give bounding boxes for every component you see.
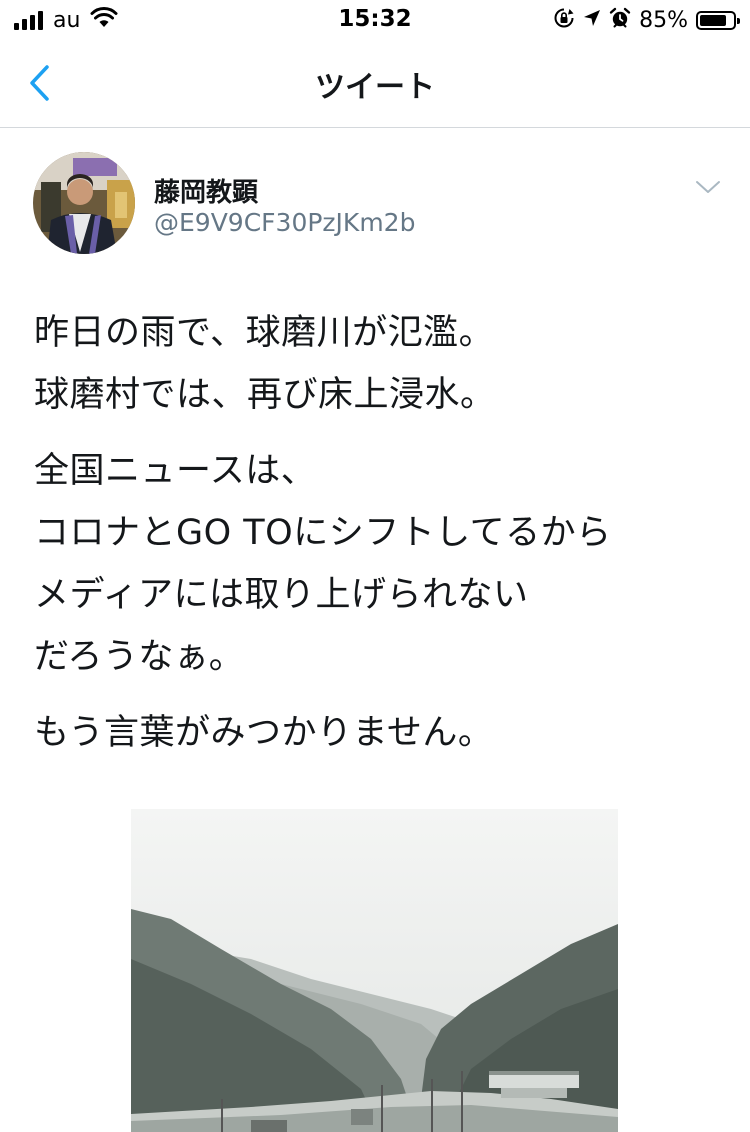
battery-fill [700, 14, 726, 26]
battery-percent: 85% [639, 7, 688, 33]
page-title: ツイート [315, 70, 435, 105]
tweet-paragraph: もう言葉がみつかりません。 [34, 702, 724, 764]
status-bar: au 15:32 85% [0, 0, 750, 40]
tweet-line: もう言葉がみつかりません。 [34, 713, 494, 753]
battery-icon [696, 10, 740, 30]
tweet-line: 昨日の雨で、球磨川が氾濫。 [34, 313, 495, 353]
author-handle[interactable]: @E9V9CF30PzJKm2b [154, 208, 415, 237]
tweet-paragraph: 昨日の雨で、球磨川が氾濫。 球磨村では、再び床上浸水。 [34, 302, 724, 426]
tweet-media-image[interactable] [131, 809, 618, 1132]
tweet-detail-screen: au 15:32 85% ツイート 藤岡教顕 @E9V9CF30PzJKm2b … [0, 0, 750, 1132]
tweet-line: コロナとGO TOにシフトしてるから [34, 513, 612, 553]
tweet-header: 藤岡教顕 @E9V9CF30PzJKm2b [0, 128, 750, 268]
tweet-paragraph: 全国ニュースは、 コロナとGO TOにシフトしてるから メディアには取り上げられ… [34, 440, 724, 688]
orientation-lock-icon [553, 7, 575, 33]
tweet-line: メディアには取り上げられない [34, 575, 529, 615]
tweet-text: 昨日の雨で、球磨川が氾濫。 球磨村では、再び床上浸水。 全国ニュースは、 コロナ… [34, 302, 724, 778]
chevron-down-icon [696, 181, 720, 193]
nav-bar: ツイート [0, 40, 750, 128]
status-bar-right: 85% [553, 7, 740, 33]
alarm-icon [609, 7, 631, 33]
tweet-line: だろうなぁ。 [34, 637, 245, 677]
location-icon [583, 8, 601, 32]
avatar[interactable] [33, 152, 135, 254]
author-display-name[interactable]: 藤岡教顕 [154, 172, 258, 209]
tweet-line: 全国ニュースは、 [34, 451, 317, 491]
tweet-menu-button[interactable] [690, 172, 726, 202]
tweet-line: 球磨村では、再び床上浸水。 [34, 375, 496, 415]
